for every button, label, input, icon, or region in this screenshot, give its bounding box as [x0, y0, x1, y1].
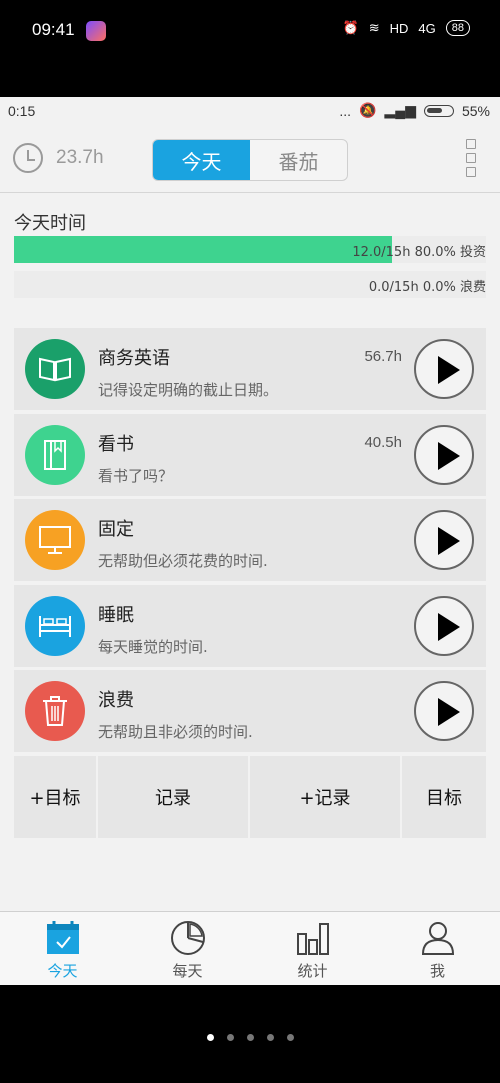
invest-progress-bar: 12.0/15h 80.0% 投资: [14, 236, 486, 263]
item-title: 固定: [98, 519, 134, 540]
today-time-label: 今天时间: [14, 213, 86, 234]
menu-icon[interactable]: [466, 139, 478, 177]
item-title: 睡眠: [98, 604, 134, 626]
play-button[interactable]: [414, 681, 474, 741]
battery-icon: 88: [445, 20, 470, 36]
item-subtitle: 记得设定明确的截止日期。: [98, 381, 279, 399]
tab-daily-nav[interactable]: 每天: [125, 912, 250, 985]
tab-today[interactable]: 今天: [153, 140, 250, 180]
item-subtitle: 每天睡觉的时间.: [98, 637, 208, 656]
mute-icon: 🔕: [359, 102, 377, 118]
category-icon-badge: [25, 339, 85, 399]
play-button[interactable]: [414, 424, 474, 485]
category-icon-badge: [25, 424, 85, 485]
system-status-bar: 09:41 ⏰ ≋ HD 4G 88: [0, 0, 500, 62]
waste-progress-text: 0.0/15h 0.0% 浪费: [368, 280, 486, 295]
play-button[interactable]: [414, 510, 474, 570]
category-icon-badge: [25, 681, 85, 741]
list-item[interactable]: 看书 看书了吗？ 40.5h: [14, 413, 486, 496]
list-item[interactable]: 商务英语 记得设定明确的截止日期。 56.7h: [14, 328, 486, 410]
notebook-icon: [44, 439, 66, 470]
trash-icon: [43, 696, 67, 726]
inner-time: 0:15: [8, 103, 36, 119]
page-dot[interactable]: [246, 1034, 254, 1041]
battery-percent: 55%: [461, 102, 490, 119]
bed-icon: [39, 615, 71, 637]
tab-label: 今天: [47, 962, 78, 980]
page-dot[interactable]: [226, 1034, 234, 1041]
network-label: HD: [389, 20, 409, 36]
list-item[interactable]: 睡眠 每天睡觉的时间.: [14, 584, 486, 667]
book-icon: [39, 357, 71, 382]
mode-toggle: 今天 番茄: [152, 139, 348, 181]
system-status-icons: ⏰ ≋ HD 4G 88: [343, 20, 470, 36]
bottom-tab-bar: 今天 每天 统计 我: [0, 911, 500, 985]
add-goal-button[interactable]: +目标: [14, 756, 98, 838]
invest-progress-fill: [14, 236, 392, 263]
item-title: 浪费: [98, 690, 134, 711]
tab-pomodoro[interactable]: 番茄: [250, 140, 347, 180]
calendar-icon: [46, 921, 79, 954]
bar-chart-icon: [296, 923, 329, 955]
category-icon-badge: [25, 595, 85, 656]
signal-icon: ▂▄▆: [384, 102, 416, 118]
app-notification-icon: [86, 21, 106, 41]
item-hours: 56.7h: [364, 348, 402, 365]
invest-progress-text: 12.0/15h 80.0% 投资: [352, 245, 486, 260]
waste-progress-bar: 0.0/15h 0.0% 浪费: [14, 271, 486, 298]
person-icon: [421, 922, 454, 955]
phone-frame: 09:41 ⏰ ≋ HD 4G 88 0:15 ... 🔕 ▂▄▆ 55% 23…: [0, 0, 500, 1083]
action-bar: +目标 记录 +记录 目标: [14, 756, 486, 838]
signal-label: 4G: [418, 20, 436, 36]
item-title: 商务英语: [98, 348, 170, 369]
item-subtitle: 无帮助但必须花费的时间.: [98, 552, 268, 570]
item-title: 看书: [98, 433, 134, 455]
tab-label: 每天: [172, 962, 203, 980]
tab-stats-nav[interactable]: 统计: [250, 912, 375, 985]
page-dot[interactable]: [286, 1034, 294, 1041]
list-item[interactable]: 浪费 无帮助且非必须的时间.: [14, 670, 486, 752]
tab-label: 我: [429, 962, 445, 980]
item-subtitle: 无帮助且非必须的时间.: [98, 723, 253, 741]
alarm-icon: ⏰: [342, 20, 359, 35]
battery-icon: [423, 104, 454, 117]
tab-me-nav[interactable]: 我: [375, 912, 500, 985]
more-dots: ...: [339, 102, 352, 119]
inner-status-icons: ... 🔕 ▂▄▆ 55%: [339, 102, 490, 119]
app-header: 23.7h 今天 番茄: [0, 125, 500, 193]
play-button[interactable]: [414, 595, 474, 656]
add-log-button[interactable]: +记录: [250, 756, 402, 838]
monitor-icon: [39, 526, 71, 554]
item-hours: 40.5h: [364, 433, 402, 451]
pie-chart-icon: [170, 921, 205, 955]
category-list: 商务英语 记得设定明确的截止日期。 56.7h 看书 看书了吗？ 40.5h 固…: [14, 328, 486, 756]
goals-button[interactable]: 目标: [402, 756, 486, 838]
app-screen: 0:15 ... 🔕 ▂▄▆ 55% 23.7h 今天 番茄 今天时间 12.0…: [0, 97, 500, 985]
play-button[interactable]: [414, 339, 474, 399]
clock-icon[interactable]: [13, 143, 43, 173]
wifi-icon: ≋: [368, 20, 380, 35]
list-item[interactable]: 固定 无帮助但必须花费的时间.: [14, 499, 486, 581]
tab-today-nav[interactable]: 今天: [0, 912, 125, 985]
item-subtitle: 看书了吗？: [98, 466, 174, 485]
tab-label: 统计: [297, 962, 328, 980]
log-button[interactable]: 记录: [98, 756, 250, 838]
system-time: 09:41: [32, 20, 75, 39]
inner-status-bar: 0:15 ... 🔕 ▂▄▆ 55%: [0, 97, 500, 125]
page-indicator: [0, 1034, 500, 1041]
page-dot-active[interactable]: [206, 1034, 214, 1041]
total-hours: 23.7h: [56, 147, 104, 168]
category-icon-badge: [25, 510, 85, 570]
page-dot[interactable]: [266, 1034, 274, 1041]
